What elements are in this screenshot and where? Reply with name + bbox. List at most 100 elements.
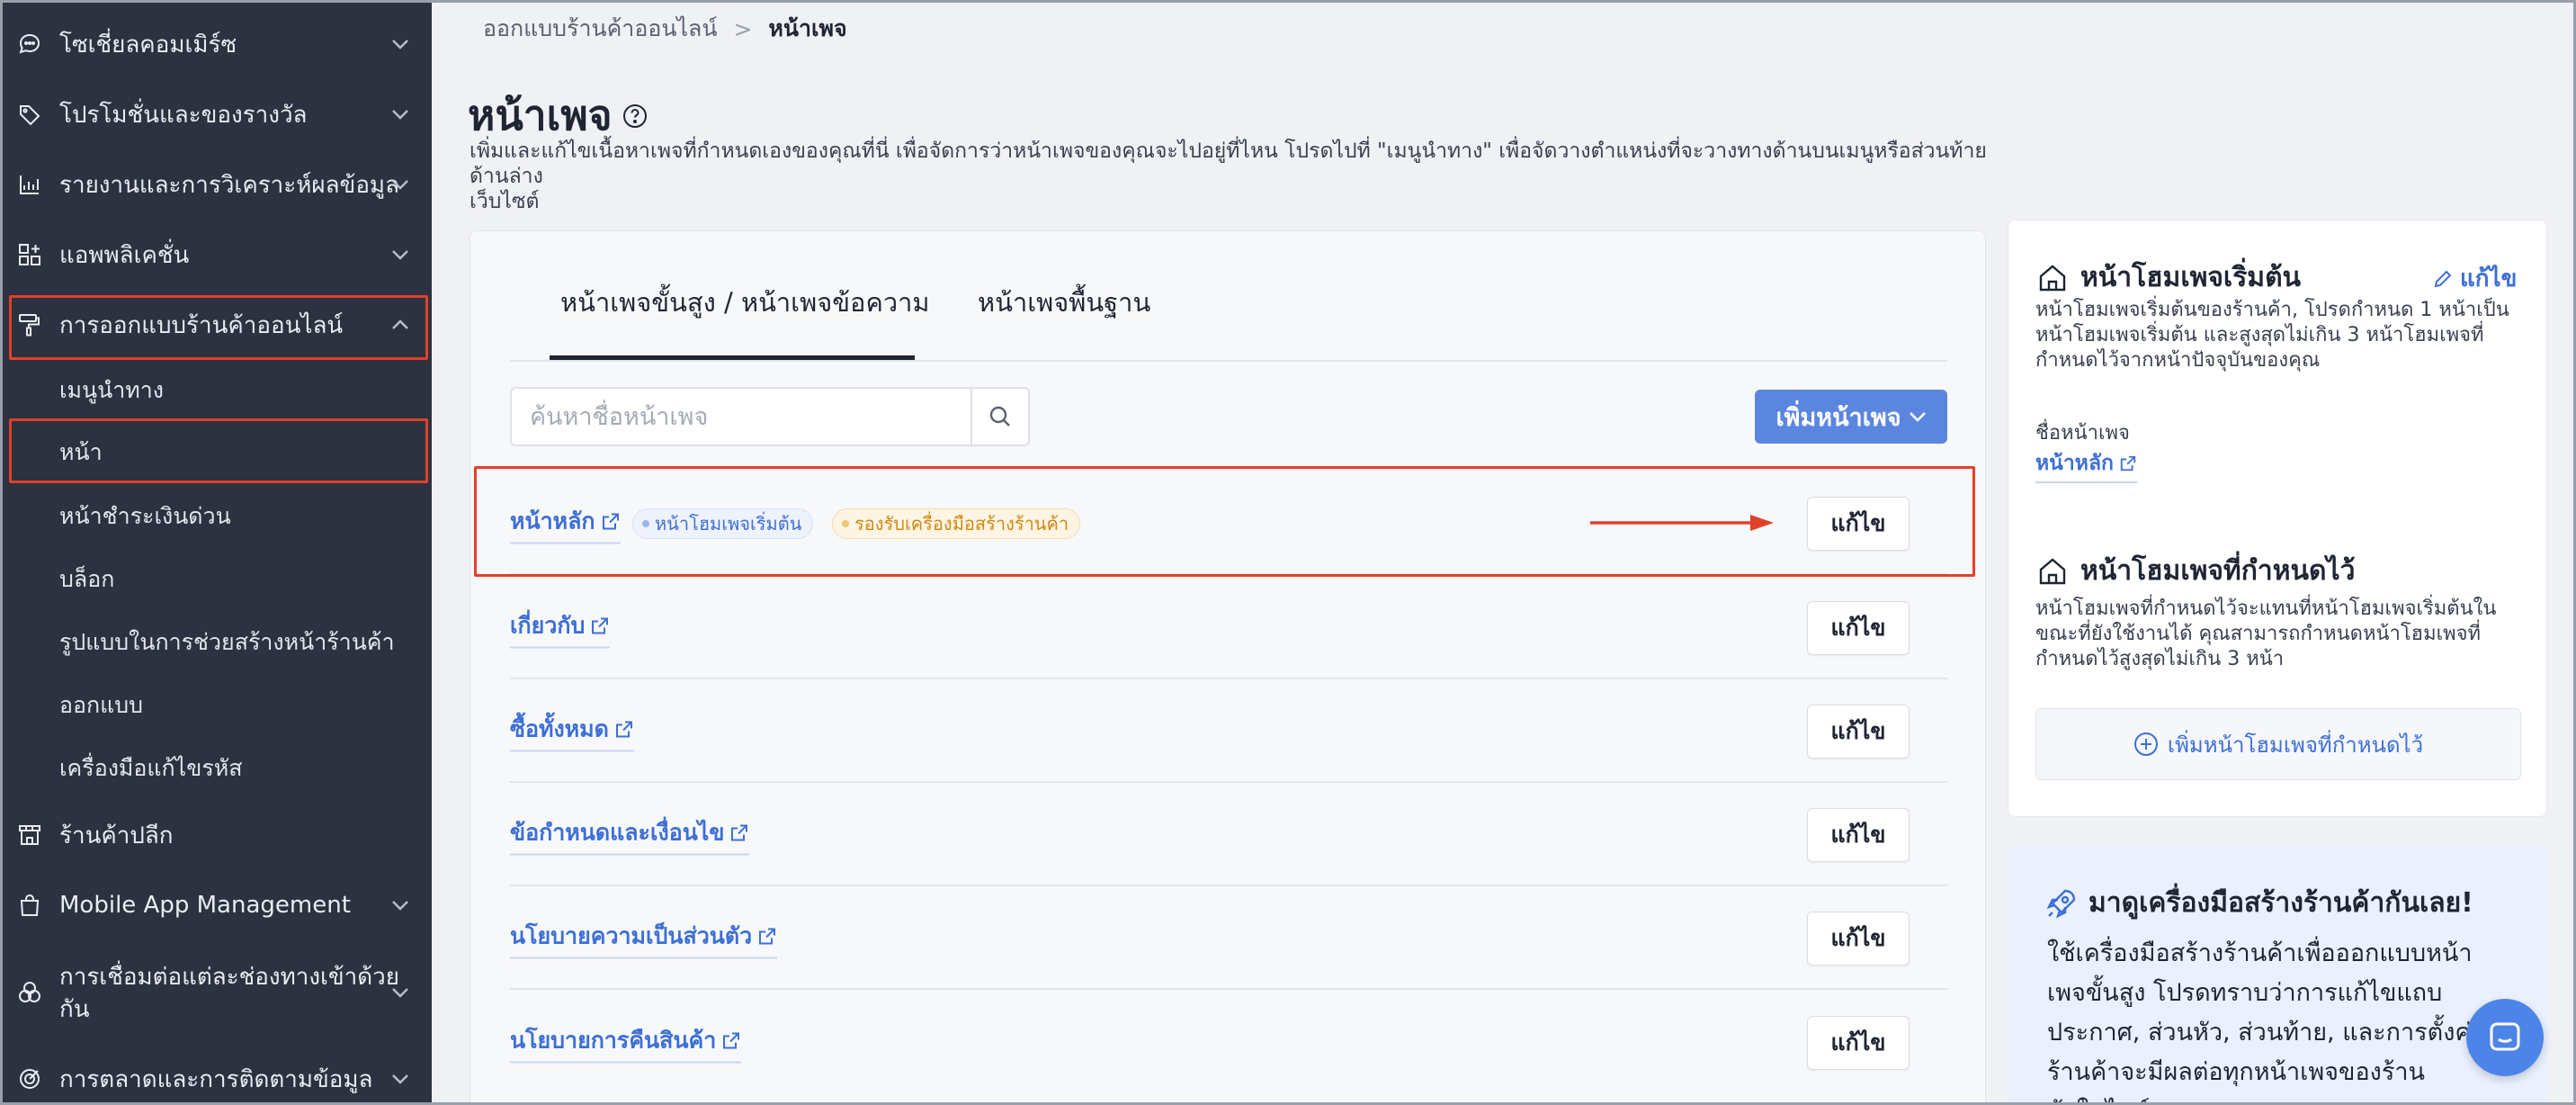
add-custom-homepage-label: เพิ่มหน้าโฮมเพจที่กำหนดไว้ xyxy=(2167,732,2424,758)
row-divider xyxy=(510,988,1947,990)
sidebar-item-apps[interactable]: แอพพลิเคชั่น xyxy=(0,223,432,286)
sidebar-item-label: Mobile App Management xyxy=(59,892,351,919)
chevron-down-icon xyxy=(389,32,412,56)
sidebar-item-promotions[interactable]: โปรโมชั่นและของรางวัล xyxy=(0,83,432,146)
promo-text-line: ร้านค้าจะมีผลต่อทุกหน้าเพจของร้าน xyxy=(2047,1058,2425,1086)
row-divider xyxy=(510,885,1947,886)
custom-home-description-line: หน้าโฮมเพจที่กำหนดไว้จะแทนที่หน้าโฮมเพจเ… xyxy=(2035,597,2497,620)
default-home-edit-label: แก้ไข xyxy=(2460,265,2518,292)
sidebar-item-social-commerce[interactable]: โซเชี่ยลคอมเมิร์ซ xyxy=(0,13,432,76)
sidebar-item-reports[interactable]: รายงานและการวิเคราะห์ผลข้อมูล xyxy=(0,153,432,216)
store-icon xyxy=(14,820,45,850)
sidebar-item-marketing[interactable]: การตลาดและการติดตามข้อมูล xyxy=(0,1047,432,1105)
default-home-page-link[interactable]: หน้าหลัก xyxy=(2035,447,2137,483)
promo-title: มาดูเครื่องมือสร้างร้านค้ากันเลย! xyxy=(2045,882,2473,924)
edit-button[interactable]: แก้ไข xyxy=(1807,705,1910,759)
pages-card: หน้าเพจขั้นสูง / หน้าเพจข้อความ หน้าเพจพ… xyxy=(470,230,1986,1105)
channels-icon xyxy=(14,977,45,1008)
arrow-right-icon xyxy=(1590,515,1774,531)
chevron-down-icon xyxy=(389,1067,412,1091)
custom-home-title: หน้าโฮมเพจที่กำหนดไว้ xyxy=(2037,550,2355,592)
sidebar-subitem-label: เมนูนำทาง xyxy=(59,377,164,403)
home-icon xyxy=(2039,264,2066,291)
tabs-divider xyxy=(510,360,1947,362)
rocket-icon xyxy=(2046,889,2076,918)
custom-home-description: หน้าโฮมเพจที่กำหนดไว้จะแทนที่หน้าโฮมเพจเ… xyxy=(2035,597,2521,672)
promo-text-line: ใช้เครื่องมือสร้างร้านค้าเพื่อออกแบบหน้า xyxy=(2047,939,2473,967)
chevron-down-icon xyxy=(389,103,412,126)
breadcrumb-current: หน้าเพจ xyxy=(768,15,847,41)
custom-home-title-text: หน้าโฮมเพจที่กำหนดไว้ xyxy=(2080,555,2356,587)
page-row: นโยบายการคืนสินค้า แก้ไข xyxy=(510,992,1947,1094)
add-custom-homepage-button[interactable]: เพิ่มหน้าโฮมเพจที่กำหนดไว้ xyxy=(2035,708,2521,780)
promo-text-line: ค้าในไซต์ xyxy=(2047,1098,2150,1105)
promo-title-text: มาดูเครื่องมือสร้างร้านค้ากันเลย! xyxy=(2089,887,2473,919)
page-row: ซื้อทั้งหมด แก้ไข xyxy=(510,680,1947,783)
page-link[interactable]: ข้อกำหนดและเงื่อนไข xyxy=(510,815,750,856)
sidebar-subitem-navigation[interactable]: เมนูนำทาง xyxy=(0,360,432,421)
promo-text-line: เพจขั้นสูง โปรดทราบว่าการแก้ไขแถบ xyxy=(2047,979,2443,1007)
chevron-down-icon xyxy=(389,981,412,1004)
help-icon[interactable] xyxy=(622,103,648,130)
breadcrumb-parent-link[interactable]: ออกแบบร้านค้าออนไลน์ xyxy=(483,11,717,47)
sidebar-item-mobile-app[interactable]: Mobile App Management xyxy=(0,874,432,937)
sidebar-subitem-store-templates[interactable]: รูปแบบในการช่วยสร้างหน้าร้านค้า xyxy=(0,612,432,673)
breadcrumb: ออกแบบร้านค้าออนไลน์ > หน้าเพจ xyxy=(483,11,847,47)
external-link-icon xyxy=(615,721,632,738)
target-icon xyxy=(14,1064,45,1094)
page-row: ข้อกำหนดและเงื่อนไข แก้ไข xyxy=(510,784,1947,886)
page-row: นโยบายความเป็นส่วนตัว แก้ไข xyxy=(510,887,1947,990)
page-link[interactable]: นโยบายความเป็นส่วนตัว xyxy=(510,919,778,959)
sidebar-item-retail[interactable]: ร้านค้าปลีก xyxy=(0,804,432,867)
sidebar-subitem-express-checkout[interactable]: หน้าชำระเงินด่วน xyxy=(0,486,432,547)
edit-button[interactable]: แก้ไข xyxy=(1807,912,1910,966)
default-home-description-line: กำหนดไว้จากหน้าปัจจุบันของคุณ xyxy=(2035,349,2321,372)
search-input[interactable] xyxy=(512,389,970,445)
sidebar-subitem-code-editor[interactable]: เครื่องมือแก้ไขรหัส xyxy=(0,738,432,799)
page-link[interactable]: เกี่ยวกับ xyxy=(510,608,611,649)
default-home-edit-button[interactable]: แก้ไข xyxy=(2433,260,2517,297)
sidebar-subitem-design[interactable]: ออกแบบ xyxy=(0,675,432,736)
row-divider xyxy=(510,781,1947,783)
page-link-label: นโยบายการคืนสินค้า xyxy=(510,1027,717,1054)
page-link[interactable]: ซื้อทั้งหมด xyxy=(510,712,634,752)
home-icon xyxy=(2039,557,2066,584)
edit-button[interactable]: แก้ไข xyxy=(1807,1016,1910,1070)
sidebar-item-label: ร้านค้าปลีก xyxy=(59,822,174,849)
edit-button[interactable]: แก้ไข xyxy=(1807,601,1910,655)
default-home-description: หน้าโฮมเพจเริ่มต้นของร้านค้า, โปรดกำหนด … xyxy=(2035,298,2521,373)
plus-circle-icon xyxy=(2133,732,2158,756)
default-home-description-line: หน้าโฮมเพจเริ่มต้นของร้านค้า, โปรดกำหนด … xyxy=(2035,299,2509,321)
page-link-label: ข้อกำหนดและเงื่อนไข xyxy=(510,819,725,846)
page-link[interactable]: นโยบายการคืนสินค้า xyxy=(510,1023,742,1064)
tag-icon xyxy=(14,99,45,130)
sidebar-subitem-label: หน้าชำระเงินด่วน xyxy=(59,503,231,529)
chat-bubble-icon xyxy=(14,29,45,59)
tab-advanced-pages[interactable]: หน้าเพจขั้นสูง / หน้าเพจข้อความ xyxy=(560,282,930,323)
highlight-box xyxy=(9,418,428,483)
page-description-line: เว็บไซต์ xyxy=(470,190,540,213)
add-page-button[interactable]: เพิ่มหน้าเพจ xyxy=(1755,390,1947,444)
page-name-label: ชื่อหน้าเพจ xyxy=(2035,422,2130,445)
external-link-icon xyxy=(731,824,748,841)
page-link-label: นโยบายความเป็นส่วนตัว xyxy=(510,922,753,949)
sidebar-subitem-blog[interactable]: บล็อก xyxy=(0,549,432,610)
sidebar-item-omnichannel[interactable]: การเชื่อมต่อแต่ละช่องทางเข้าด้วยกัน xyxy=(0,957,432,1028)
search-box xyxy=(510,387,1030,446)
chart-icon xyxy=(14,169,45,200)
edit-button[interactable]: แก้ไข xyxy=(1807,808,1910,862)
add-page-button-label: เพิ่มหน้าเพจ xyxy=(1775,403,1901,432)
external-link-icon xyxy=(723,1032,740,1049)
sidebar-item-label-line: กัน xyxy=(59,996,90,1023)
page-description-line: เพิ่มและแก้ไขเนื้อหาเพจที่กำหนดเองของคุณ… xyxy=(470,139,1987,188)
apps-icon xyxy=(14,239,45,270)
external-link-icon xyxy=(2120,455,2136,472)
promo-text-line: ประกาศ, ส่วนหัว, ส่วนท้าย, และการตั้งค่ xyxy=(2047,1019,2472,1047)
sidebar-subitem-label: บล็อก xyxy=(59,566,115,592)
sidebar-item-label-line: การเชื่อมต่อแต่ละช่องทางเข้าด้วย xyxy=(59,964,400,991)
tab-basic-pages[interactable]: หน้าเพจพื้นฐาน xyxy=(978,282,1150,323)
chat-support-button[interactable] xyxy=(2466,999,2544,1076)
promo-text: ใช้เครื่องมือสร้างร้านค้าเพื่อออกแบบหน้า… xyxy=(2047,934,2497,1105)
search-button[interactable] xyxy=(970,389,1028,445)
default-home-description-line: หน้าโฮมเพจเริ่มต้น และสูงสุดไม่เกิน 3 หน… xyxy=(2035,324,2484,346)
